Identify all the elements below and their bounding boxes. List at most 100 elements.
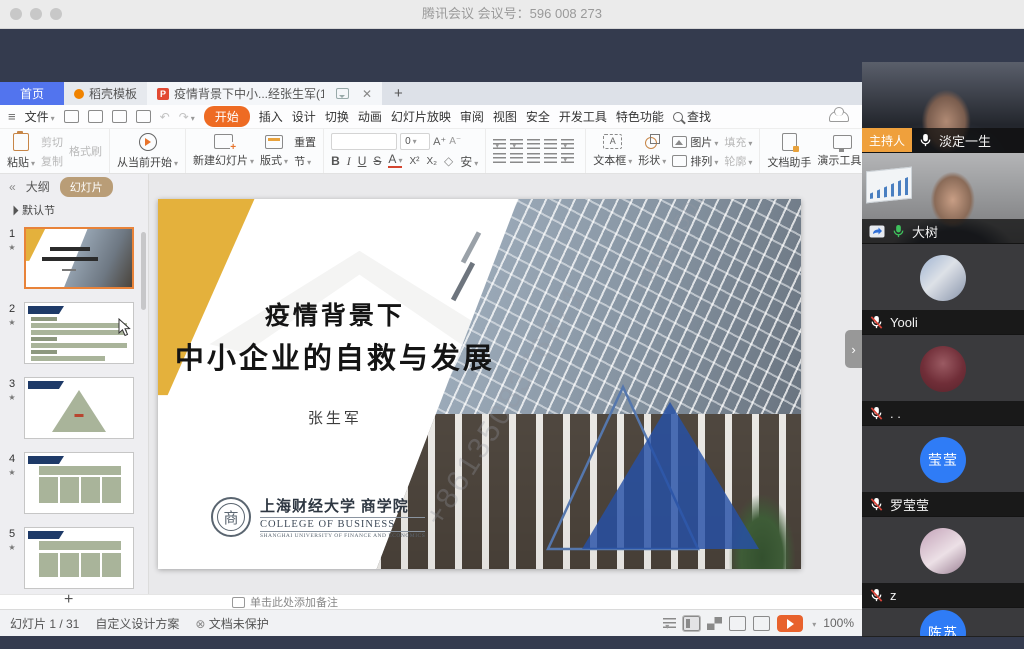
participant-tile-host[interactable]: 主持人 淡定一生 [862,62,1024,153]
participant-tile[interactable]: 莹莹 罗莹莹 [862,426,1024,517]
increase-font-icon[interactable]: A⁺ [433,135,446,148]
slide-thumbnail-1[interactable]: 1 [0,227,148,289]
tab-slides[interactable]: 幻灯片 [60,177,113,197]
numbering-icon[interactable] [510,139,523,149]
design-scheme[interactable]: 自定义设计方案 [95,615,179,632]
slide-editor[interactable]: +8613508376371 +8613508376371 疫情背景下 中小企业… [158,199,801,569]
layout-button[interactable]: 版式 [260,135,288,168]
format-painter-button[interactable]: 格式刷 [69,143,102,159]
textbox-button[interactable]: A 文本框 [593,134,632,168]
tab-document[interactable]: P 疫情背景下中小...经张生军(1) ✕ [147,82,382,105]
tab-outline[interactable]: 大纲 [26,178,50,195]
redo-icon[interactable] [179,110,195,124]
menu-animation[interactable]: 动画 [358,108,382,125]
line-spacing-icon[interactable] [561,153,574,163]
bullets-icon[interactable] [493,139,506,149]
superscript-button[interactable]: X² [409,156,419,167]
preview-icon[interactable] [136,110,151,123]
reading-view-button[interactable] [729,616,746,631]
play-options-icon[interactable] [810,616,816,630]
menu-slideshow[interactable]: 幻灯片放映 [391,108,451,125]
menu-home[interactable]: 开始 [204,106,250,127]
status-menu-icon[interactable] [663,618,676,628]
justify-icon[interactable] [544,153,557,163]
close-tab-icon[interactable]: ✕ [362,87,372,101]
menu-insert[interactable]: 插入 [259,108,283,125]
tab-home[interactable]: 首页 [0,82,64,105]
tab-docer[interactable]: 稻壳模板 [64,82,147,105]
projector-button[interactable] [753,616,770,631]
collapse-panel-icon[interactable] [9,180,16,194]
comment-icon[interactable] [336,88,349,99]
font-family-select[interactable] [331,133,397,150]
align-center-icon[interactable] [510,153,523,163]
slide-title-line1[interactable]: 疫情背景下 [158,296,512,332]
play-from-current-button[interactable]: 从当前开始 [117,133,178,170]
menu-file[interactable]: 文件 [25,108,55,125]
menu-devtools[interactable]: 开发工具 [559,108,607,125]
participant-tile[interactable]: . . [862,335,1024,426]
present-tools-button[interactable]: 演示工具 [817,135,867,168]
slide-author[interactable]: 张生军 [158,407,512,428]
expand-pane-button[interactable] [845,330,862,368]
reset-button[interactable]: 重置 [294,134,316,150]
underline-button[interactable]: U [358,154,367,168]
menu-view[interactable]: 视图 [493,108,517,125]
thumbnail-scrollbar[interactable] [141,232,146,310]
participant-tile[interactable]: z [862,517,1024,608]
new-slide-button[interactable]: 新建幻灯片 [193,134,254,168]
menu-find[interactable]: 查找 [673,108,711,125]
doc-assistant-button[interactable]: 文档助手 [767,133,811,170]
slide-sorter-button[interactable] [707,617,722,630]
output-icon[interactable] [88,110,103,123]
new-tab-button[interactable]: + [382,82,415,105]
arrange-button[interactable]: 排列 [690,153,718,169]
menu-features[interactable]: 特色功能 [616,108,664,125]
text-direction-icon[interactable] [561,139,574,149]
menu-transition[interactable]: 切换 [325,108,349,125]
slide-thumbnail-3[interactable]: 3 [0,377,148,439]
shape-button[interactable]: 形状 [638,134,666,168]
align-right-icon[interactable] [527,153,540,163]
normal-view-button[interactable] [683,616,700,631]
decrease-font-icon[interactable]: A⁻ [449,136,461,147]
bold-button[interactable]: B [331,154,340,168]
save-icon[interactable] [64,110,79,123]
outline-button[interactable]: 轮廓 [724,153,752,169]
protection-status[interactable]: 文档未保护 [195,615,268,632]
menu-design[interactable]: 设计 [292,108,316,125]
menu-security[interactable]: 安全 [526,108,550,125]
italic-button[interactable]: I [347,154,351,169]
slide-thumbnail-5[interactable]: 5 [0,527,148,589]
copy-button[interactable]: 复制 [41,153,63,169]
align-left-icon[interactable] [493,153,506,163]
fill-button[interactable]: 填充 [724,134,752,150]
participant-tile[interactable]: 陈苏 [862,608,1024,636]
zoom-level[interactable]: 100% [823,616,854,630]
slide-thumbnail-4[interactable]: 4 [0,452,148,514]
add-slide-button[interactable]: + [64,591,73,609]
pinyin-button[interactable]: 安 [460,153,478,170]
notes-placeholder[interactable]: 单击此处添加备注 [232,595,338,609]
font-color-button[interactable]: A [388,154,402,168]
participant-tile-sharer[interactable]: 大树 [862,153,1024,244]
section-triangle-icon[interactable] [9,205,19,215]
wordart-button[interactable]: ◇ [444,154,453,168]
menu-review[interactable]: 审阅 [460,108,484,125]
slideshow-play-button[interactable] [777,615,803,632]
slide-title-line2[interactable]: 中小企业的自救与发展 [158,335,512,377]
section-button[interactable]: 节 [294,153,316,169]
cloud-sync-icon[interactable] [829,111,849,122]
strikethrough-button[interactable]: S [373,154,381,168]
print-icon[interactable] [112,110,127,123]
hamburger-icon[interactable]: ≡ [8,109,16,124]
participant-tile[interactable]: Yooli [862,244,1024,335]
cut-button[interactable]: 剪切 [41,134,63,150]
paste-button[interactable]: 粘贴 [7,133,35,170]
picture-button[interactable]: 图片 [690,134,718,150]
undo-icon[interactable] [160,110,170,124]
increase-indent-icon[interactable] [544,139,557,149]
font-size-select[interactable]: 0 [400,133,430,150]
decrease-indent-icon[interactable] [527,139,540,149]
subscript-button[interactable]: X₂ [426,156,437,167]
